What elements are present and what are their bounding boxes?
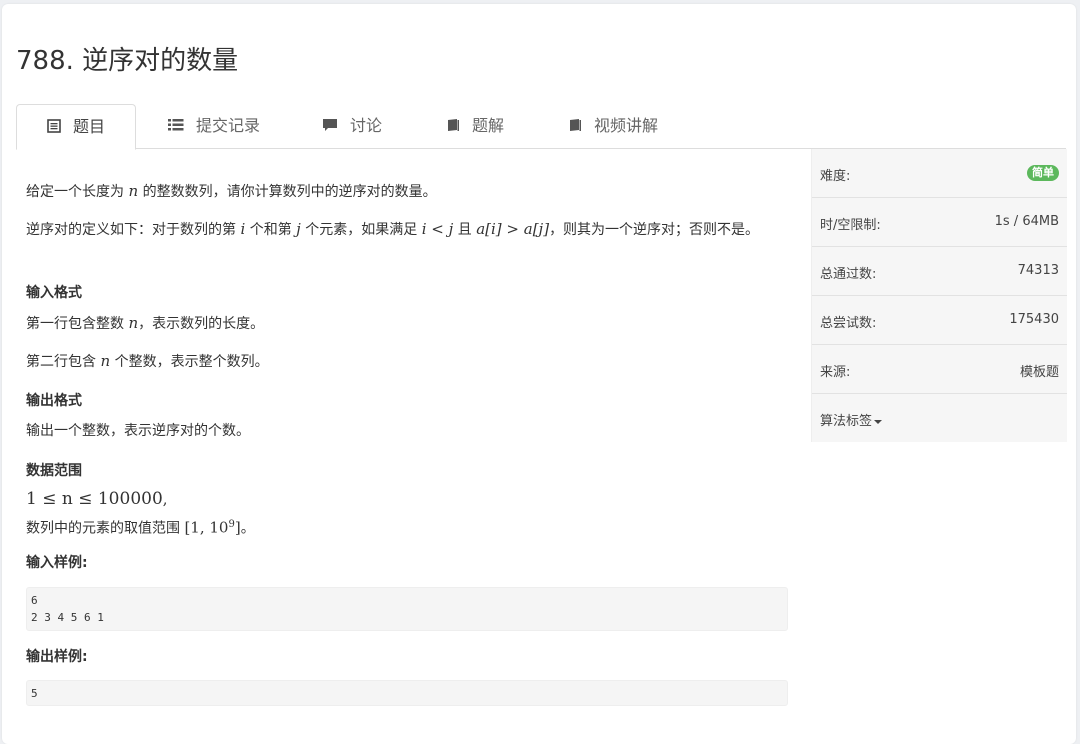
tried-label: 总尝试数:	[820, 316, 877, 331]
page-title: 788. 逆序对的数量	[16, 46, 239, 76]
book-icon	[568, 105, 582, 149]
input-format-heading: 输入格式	[26, 285, 82, 301]
passed-value: 74313	[1017, 263, 1059, 278]
problem-page: 788. 逆序对的数量 题目 提交记录 讨论 题解 视频讲解 给定一个长度为 n…	[2, 4, 1076, 744]
info-row-tags[interactable]: 算法标签	[812, 394, 1067, 442]
comment-icon	[322, 105, 338, 149]
input-format-line: 第二行包含 n 个整数，表示整个数列。	[26, 352, 269, 370]
source-value[interactable]: 模板题	[1020, 361, 1059, 380]
limit-label: 时/空限制:	[820, 218, 881, 233]
tab-label: 题解	[472, 116, 505, 135]
difficulty-label: 难度:	[820, 169, 851, 184]
sample-output-code: 5	[26, 680, 788, 706]
passed-label: 总通过数:	[820, 267, 877, 282]
problem-tabs: 题目 提交记录 讨论 题解 视频讲解	[16, 104, 1066, 150]
tab-video[interactable]: 视频讲解	[568, 104, 658, 148]
info-row-source: 来源: 模板题	[812, 345, 1067, 394]
output-format-line: 输出一个整数，表示逆序对的个数。	[26, 423, 250, 439]
list-alt-icon	[47, 106, 61, 150]
tab-solutions[interactable]: 题解	[446, 104, 504, 148]
tab-label: 视频讲解	[594, 116, 659, 135]
tab-label: 题目	[72, 117, 105, 136]
sample-input-heading: 输入样例:	[26, 555, 88, 571]
tab-submissions[interactable]: 提交记录	[168, 104, 260, 148]
tab-label: 讨论	[350, 116, 383, 135]
tab-problem[interactable]: 题目	[16, 104, 136, 150]
range-line: 数列中的元素的取值范围 [1, 109]。	[26, 518, 255, 537]
difficulty-badge: 简单	[1027, 165, 1059, 181]
statement-paragraph: 给定一个长度为 n 的整数数列，请你计算数列中的逆序对的数量。	[26, 182, 437, 200]
list-icon	[168, 105, 184, 149]
tab-label: 提交记录	[196, 116, 261, 135]
tags-label: 算法标签	[820, 414, 873, 429]
sample-output-heading: 输出样例:	[26, 649, 88, 665]
limit-value: 1s / 64MB	[994, 214, 1059, 229]
sample-input-code: 6 2 3 4 5 6 1	[26, 587, 788, 631]
range-line: 1 ≤ n ≤ 100000,	[26, 489, 168, 509]
info-row-tried: 总尝试数: 175430	[812, 296, 1067, 345]
range-heading: 数据范围	[26, 463, 82, 479]
input-format-line: 第一行包含整数 n，表示数列的长度。	[26, 314, 265, 332]
source-label: 来源:	[820, 365, 851, 380]
tried-value: 175430	[1009, 312, 1059, 327]
output-format-heading: 输出格式	[26, 393, 82, 409]
info-row-limits: 时/空限制: 1s / 64MB	[812, 198, 1067, 247]
book-icon	[446, 105, 460, 149]
info-row-passed: 总通过数: 74313	[812, 247, 1067, 296]
statement-paragraph: 逆序对的定义如下：对于数列的第 i 个和第 j 个元素，如果满足 i < j 且…	[26, 220, 760, 238]
tags-dropdown[interactable]: 算法标签	[820, 410, 883, 429]
tab-discussion[interactable]: 讨论	[322, 104, 382, 148]
caret-down-icon	[874, 419, 883, 424]
info-row-difficulty: 难度: 简单	[812, 149, 1067, 198]
problem-info-panel: 难度: 简单 时/空限制: 1s / 64MB 总通过数: 74313 总尝试数…	[811, 149, 1067, 442]
